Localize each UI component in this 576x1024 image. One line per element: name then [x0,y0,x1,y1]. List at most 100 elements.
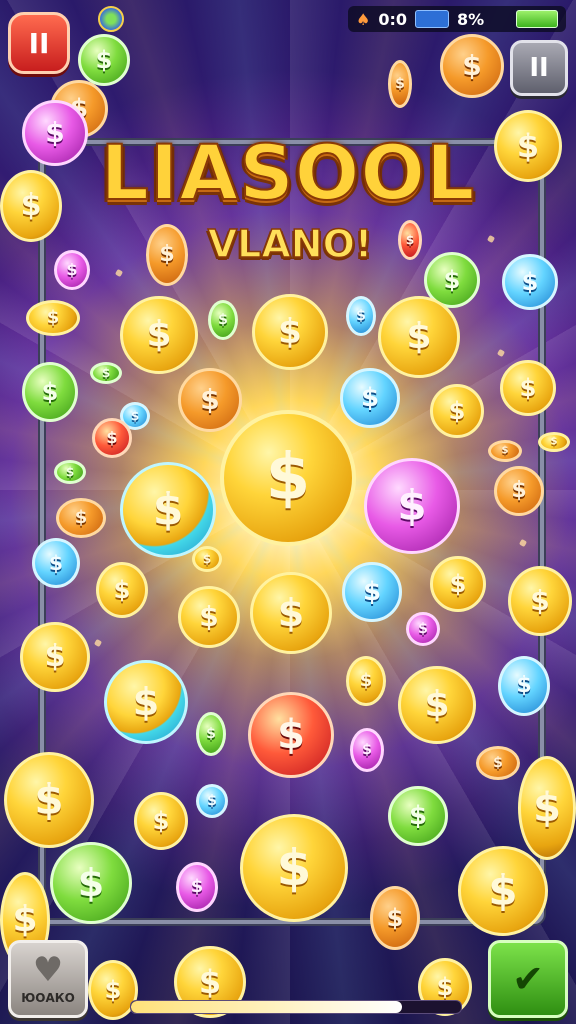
coin-gold[interactable]: $ [430,384,484,438]
dollar-icon: $ [406,316,432,357]
coin-green[interactable]: $ [54,460,86,484]
coin-orange[interactable]: $ [370,886,420,950]
pause-button[interactable]: II [8,12,70,74]
coin-cyan[interactable]: $ [340,368,400,428]
dollar-icon: $ [386,904,404,932]
dollar-icon: $ [418,621,428,637]
dollar-icon: $ [101,366,111,380]
dollar-icon: $ [511,478,527,503]
coin-center-large[interactable]: $ [220,410,356,546]
dollar-icon: $ [146,314,172,355]
coin-gold[interactable]: $ [96,562,148,618]
coin-cyan[interactable]: $ [342,562,402,622]
coin-pink[interactable]: $ [350,728,384,772]
coin-gold[interactable]: $ [378,296,460,378]
coin-cyan[interactable]: $ [32,538,80,588]
card-icon [415,10,450,28]
dollar-icon: $ [65,465,75,479]
coin-orange[interactable]: $ [178,368,242,432]
dollar-icon: $ [516,673,532,698]
coin-orange[interactable]: $ [56,498,106,538]
coin-gold[interactable]: $ [134,792,188,850]
coin-pink[interactable]: $ [176,862,218,912]
coin-gold[interactable]: $ [494,110,562,182]
dollar-icon: $ [397,481,427,530]
coin-gold[interactable]: $ [26,300,80,336]
coin-gold[interactable]: $ [20,622,90,692]
dollar-icon: $ [519,374,537,402]
coin-gold-teal[interactable]: $ [104,660,188,744]
torch-icon: ♠ [356,9,371,29]
dollar-icon: $ [265,441,311,515]
coin-orange[interactable]: $ [494,466,544,516]
dollar-icon: $ [130,409,140,423]
coin-gold[interactable]: $ [0,170,62,242]
coin-green[interactable]: $ [78,34,130,86]
coin-gold[interactable]: $ [518,756,576,860]
dollar-icon: $ [74,507,88,528]
dollar-icon: $ [448,397,466,425]
coin-pink[interactable]: $ [406,612,440,646]
dollar-icon: $ [359,670,373,691]
coin-gold[interactable]: $ [178,586,240,648]
coin-gold[interactable]: $ [500,360,556,416]
coin-green[interactable]: $ [90,362,122,384]
dollar-icon: $ [20,188,42,223]
coin-gold[interactable]: $ [192,546,222,572]
coin-gold[interactable]: $ [538,432,570,452]
coin-cyan[interactable]: $ [498,656,550,716]
dollar-icon: $ [395,76,405,92]
dollar-icon: $ [206,726,216,742]
coin-gold[interactable]: $ [4,752,94,848]
coin-pink[interactable]: $ [54,250,90,290]
globe-icon[interactable] [98,6,124,32]
dollar-icon: $ [200,383,220,416]
coin-gold-teal[interactable]: $ [120,462,216,558]
coin-green[interactable]: $ [50,842,132,924]
dollar-icon: $ [530,584,550,617]
coin-orange[interactable]: $ [440,34,504,98]
dollar-icon: $ [408,801,428,831]
coin-orange[interactable]: $ [488,440,522,462]
bottom-right-button[interactable]: ✔ [488,940,568,1018]
dollar-icon: $ [443,266,461,294]
dollar-icon: $ [34,775,64,824]
dollar-icon: $ [277,712,305,758]
coin-cyan[interactable]: $ [196,784,228,818]
coin-gold[interactable]: $ [250,572,332,654]
coin-gold[interactable]: $ [240,814,348,922]
dollar-icon: $ [436,973,454,1001]
dollar-icon: $ [202,552,212,566]
coin-pink[interactable]: $ [22,100,88,166]
coin-red[interactable]: $ [92,418,132,458]
coin-gold[interactable]: $ [398,666,476,744]
coin-green[interactable]: $ [22,362,78,422]
bottom-left-button[interactable]: ♥ ЮОАКО [8,940,88,1018]
coin-orange[interactable]: $ [476,746,520,780]
dollar-icon: $ [199,600,219,633]
dollar-icon: $ [49,551,63,575]
coin-gold[interactable]: $ [346,656,386,706]
coin-green[interactable]: $ [388,786,448,846]
dollar-icon: $ [46,307,60,328]
pause-button-secondary[interactable]: II [510,40,568,96]
coin-cyan[interactable]: $ [346,296,376,336]
coin-gold[interactable]: $ [508,566,572,636]
dollar-icon: $ [198,963,222,1001]
coin-red[interactable]: $ [248,692,334,778]
coin-green[interactable]: $ [208,300,238,340]
coin-gold[interactable]: $ [458,846,548,936]
coin-green[interactable]: $ [196,712,226,756]
dollar-icon: $ [12,899,38,940]
dollar-icon: $ [190,876,204,897]
dollar-icon: $ [44,639,66,674]
dollar-icon: $ [488,866,518,915]
coin-gold[interactable]: $ [120,296,198,374]
coin-orange[interactable]: $ [388,60,412,108]
coin-cyan[interactable]: $ [502,254,558,310]
coin-pink[interactable]: $ [364,458,460,554]
coin-gold[interactable]: $ [252,294,328,370]
dollar-icon: $ [77,861,105,905]
coin-gold[interactable]: $ [430,556,486,612]
dollar-icon: $ [66,260,78,279]
